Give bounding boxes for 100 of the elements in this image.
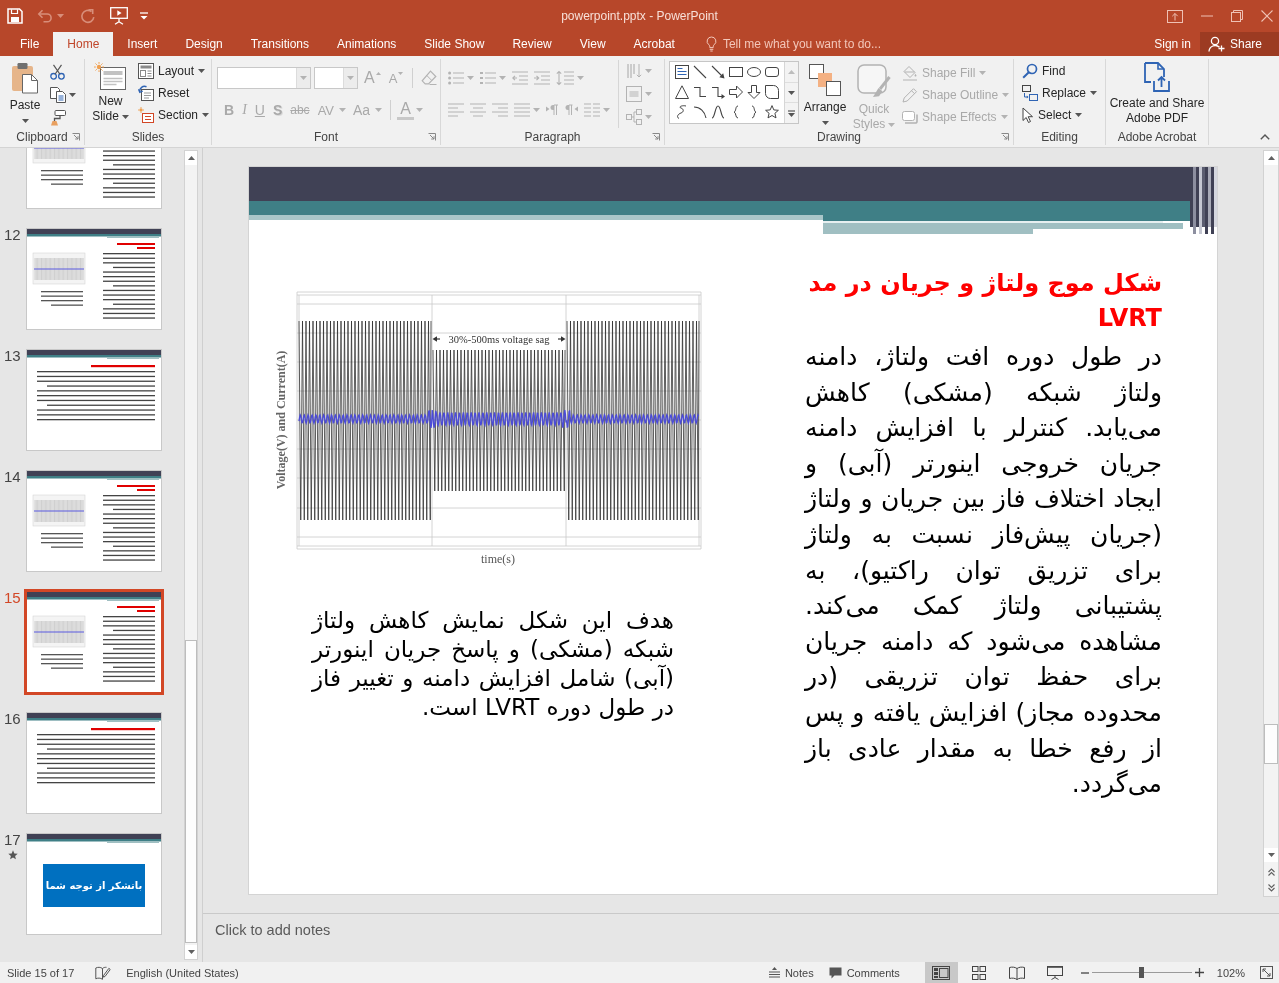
share-button[interactable]: Share <box>1199 32 1279 56</box>
restore-icon[interactable] <box>1231 10 1243 22</box>
rounded-rectangle-icon[interactable] <box>765 65 779 79</box>
group-label: Slides <box>131 130 165 145</box>
lightbulb-icon <box>705 36 717 52</box>
tab[interactable]: Animations <box>323 32 411 56</box>
slide-icon <box>94 62 127 90</box>
reset-button[interactable]: Reset <box>135 82 211 104</box>
caret-icon <box>1090 91 1098 95</box>
scroll-up-icon[interactable] <box>1267 156 1275 160</box>
notes-field[interactable]: Click to add notes <box>215 922 1267 956</box>
scissors-icon[interactable] <box>50 64 65 80</box>
arc-icon[interactable] <box>693 105 707 119</box>
slide-thumbnail[interactable] <box>26 228 162 330</box>
zoom-in-icon[interactable] <box>1194 968 1204 977</box>
scrollbar-thumb[interactable] <box>185 640 197 943</box>
tab[interactable]: Insert <box>113 32 172 56</box>
star-icon[interactable] <box>765 105 779 119</box>
right-arrow-icon[interactable] <box>729 85 743 99</box>
curve-icon[interactable] <box>711 105 725 119</box>
add-person-icon <box>1207 36 1225 52</box>
fit-to-window-icon[interactable] <box>1260 966 1273 979</box>
oval-icon[interactable] <box>747 65 761 79</box>
create-pdf-button[interactable]: Create and Share Adobe PDF <box>1107 59 1207 127</box>
dialog-launcher-icon[interactable] <box>72 133 80 142</box>
rectangle-icon[interactable] <box>729 65 743 79</box>
section-button[interactable]: Section <box>135 104 211 126</box>
zoom-slider[interactable] <box>1091 967 1192 978</box>
replace-button[interactable]: Replace <box>1020 82 1100 104</box>
sign-in-button[interactable]: Sign in <box>1145 32 1200 56</box>
clipboard-icon <box>11 62 39 94</box>
tab[interactable]: Design <box>171 32 237 56</box>
tab[interactable]: Transitions <box>236 32 323 56</box>
comments-button[interactable]: Comments <box>828 962 900 983</box>
caret-icon <box>121 114 129 119</box>
spell-check-icon[interactable] <box>95 965 112 980</box>
down-arrow-icon[interactable] <box>747 85 761 99</box>
caret-icon <box>202 113 209 117</box>
new-slide-button[interactable]: New Slide <box>89 59 132 127</box>
projector-screen-icon[interactable] <box>110 7 128 25</box>
slide-thumbnail[interactable] <box>26 470 162 572</box>
zoom-level-button[interactable]: 102% <box>1216 962 1245 983</box>
scroll-down-icon[interactable] <box>187 950 195 954</box>
tab[interactable]: Slide Show <box>410 32 499 56</box>
tab[interactable]: Home <box>53 32 114 56</box>
scroll-down-icon[interactable] <box>1267 853 1275 857</box>
annotation-arrow <box>432 336 441 342</box>
thanks-banner: باتشکر از توجه شما <box>43 864 145 907</box>
copy-icon[interactable] <box>50 87 66 103</box>
line-icon[interactable] <box>693 65 707 79</box>
slide-thumbnail[interactable]: باتشکر از توجه شما <box>26 833 162 935</box>
slide-number: 12 <box>4 228 21 242</box>
more-icon[interactable] <box>788 109 795 117</box>
slide-thumbnail[interactable] <box>24 589 164 695</box>
paintbrush-icon[interactable] <box>50 110 66 126</box>
slide-sorter-icon <box>972 965 987 980</box>
elbow-connector-icon[interactable] <box>693 85 707 99</box>
arrow-line-icon[interactable] <box>711 65 725 79</box>
close-icon[interactable] <box>1261 10 1273 22</box>
tab[interactable]: Review <box>498 32 566 56</box>
double-chevron-up-icon[interactable] <box>1267 868 1275 876</box>
collapse-icon[interactable] <box>1260 134 1270 140</box>
group-label: Font <box>314 130 338 145</box>
triangle-icon[interactable] <box>675 85 689 99</box>
find-button[interactable]: Find <box>1020 60 1068 82</box>
zoom-out-icon[interactable] <box>1080 971 1089 974</box>
search-icon <box>1022 63 1038 79</box>
scrollbar-thumb[interactable] <box>1264 724 1278 764</box>
slide-thumbnail[interactable] <box>26 349 162 451</box>
normal-view-button[interactable] <box>924 962 958 983</box>
tab[interactable]: Acrobat <box>619 32 689 56</box>
slide-thumbnail[interactable] <box>26 712 162 814</box>
slide-thumbnail[interactable] <box>26 148 162 209</box>
section-icon <box>137 107 154 123</box>
dialog-launcher-icon[interactable] <box>428 133 436 142</box>
elbow-arrow-icon[interactable] <box>711 85 725 99</box>
flowchart-shape-icon[interactable] <box>765 85 779 99</box>
dialog-launcher-icon[interactable] <box>1001 133 1009 142</box>
text-box-icon[interactable] <box>675 65 689 79</box>
scroll-down-icon[interactable] <box>788 90 795 95</box>
layout-button[interactable]: Layout <box>135 60 211 82</box>
freeform-icon[interactable] <box>675 105 689 119</box>
paste-button[interactable]: Paste <box>5 59 45 127</box>
dialog-launcher-icon[interactable] <box>652 133 660 142</box>
paint-bucket-icon <box>902 65 918 81</box>
notes-button[interactable]: Notes <box>768 962 814 983</box>
dropdown-icon[interactable] <box>140 12 148 20</box>
select-button[interactable]: Select <box>1020 104 1085 126</box>
save-icon[interactable] <box>7 8 23 24</box>
tab[interactable]: File <box>6 32 54 56</box>
zoom-slider-thumb[interactable] <box>1139 967 1145 978</box>
tab[interactable]: View <box>565 32 620 56</box>
double-chevron-down-icon[interactable] <box>1267 884 1275 892</box>
tell-me-field[interactable]: Tell me what you want to do... <box>705 32 881 56</box>
language-button[interactable]: English (United States) <box>126 962 239 983</box>
caret-icon[interactable] <box>69 93 76 97</box>
group-label: Adobe Acrobat <box>1117 130 1197 145</box>
normal-view-icon <box>932 965 951 980</box>
scroll-up-icon[interactable] <box>187 156 195 160</box>
arrange-button[interactable]: Arrange <box>802 61 848 129</box>
